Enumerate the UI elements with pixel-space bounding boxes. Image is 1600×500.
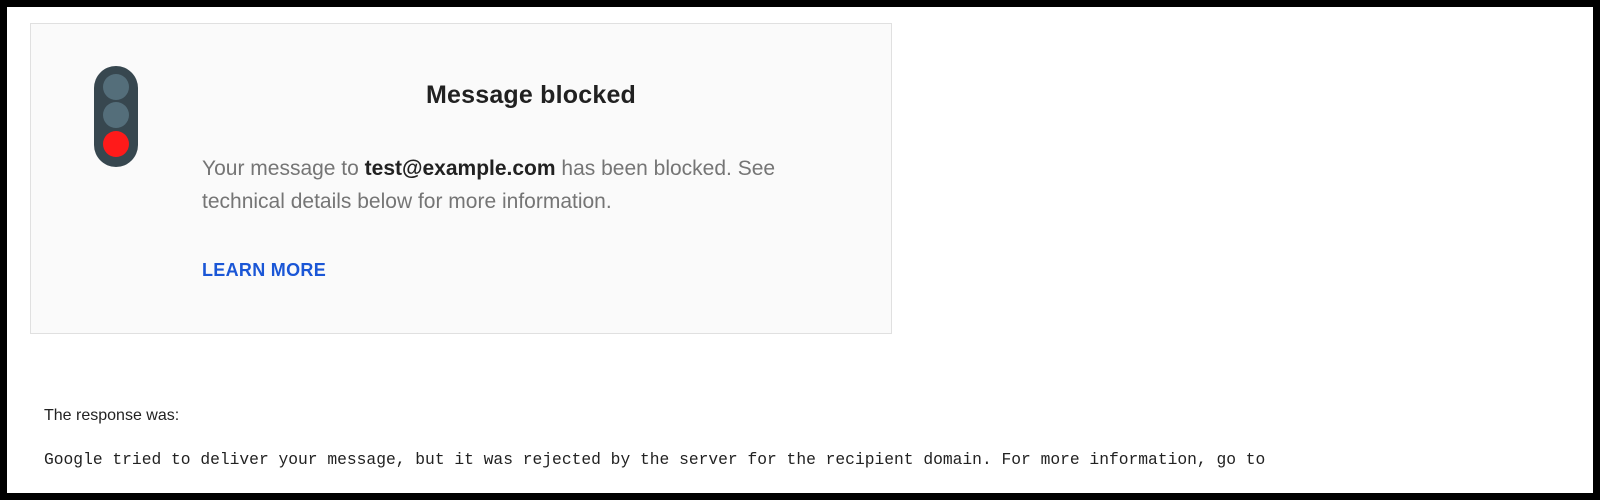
traffic-light-red-lamp xyxy=(103,131,129,157)
body-prefix: Your message to xyxy=(202,157,365,180)
card-body-text: Your message to test@example.com has bee… xyxy=(202,152,822,218)
recipient-email: test@example.com xyxy=(364,157,556,180)
learn-more-link[interactable]: LEARN MORE xyxy=(202,260,326,281)
response-label: The response was: xyxy=(44,407,180,424)
card-title: Message blocked xyxy=(425,81,637,109)
message-blocked-card: Message blocked Your message to test@exa… xyxy=(30,23,892,334)
response-text: Google tried to deliver your message, bu… xyxy=(44,450,1266,469)
bounce-message-view: Message blocked Your message to test@exa… xyxy=(0,0,1600,500)
